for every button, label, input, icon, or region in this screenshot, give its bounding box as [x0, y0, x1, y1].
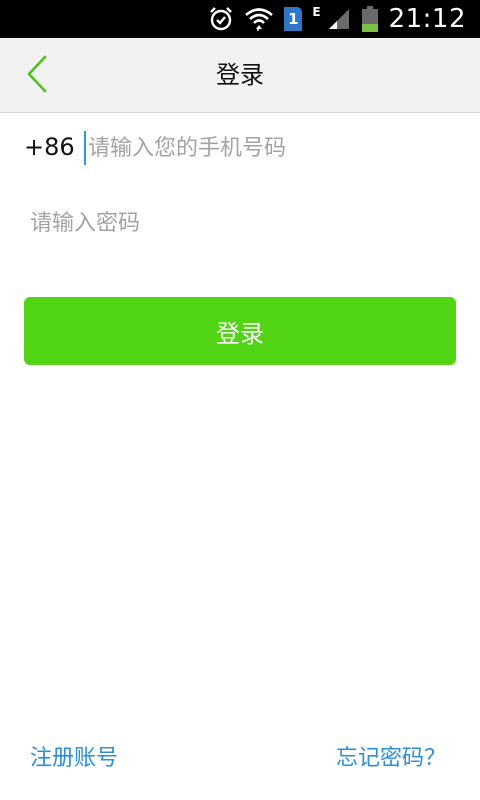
password-input[interactable] [30, 206, 450, 240]
login-screen: 1 E 21:12 登录 +86 请输入您的手机号码 登录 注册账号 忘记密码？ [0, 0, 480, 800]
status-bar: 1 E 21:12 [0, 0, 480, 38]
title-bar: 登录 [0, 38, 480, 113]
status-icons: 1 E 21:12 [208, 0, 466, 38]
register-link[interactable]: 注册账号 [30, 740, 118, 772]
battery-icon [361, 5, 379, 33]
forgot-password-link[interactable]: 忘记密码？ [336, 740, 446, 772]
signal-icon [327, 7, 351, 31]
network-type-label: E [312, 5, 321, 19]
login-button[interactable]: 登录 [24, 297, 456, 365]
country-code[interactable]: +86 [24, 133, 75, 161]
wifi-icon [244, 6, 274, 32]
page-title: 登录 [216, 61, 264, 89]
password-row [0, 187, 480, 261]
status-clock: 21:12 [388, 4, 466, 34]
alarm-icon [208, 6, 234, 32]
phone-row: +86 [0, 113, 480, 187]
sim-icon: 1 [284, 7, 303, 31]
phone-input[interactable] [84, 131, 468, 165]
